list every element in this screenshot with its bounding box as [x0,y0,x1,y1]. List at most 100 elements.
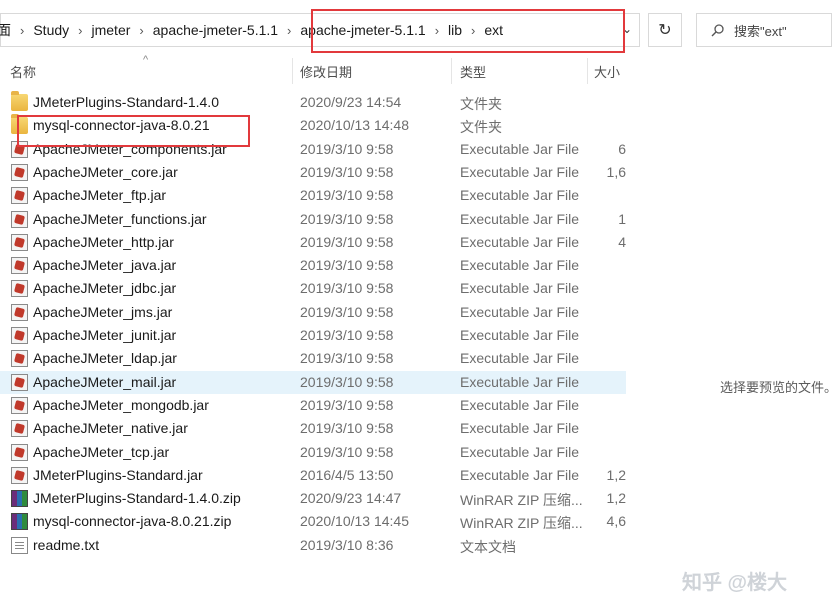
file-row[interactable]: mysql-connector-java-8.0.21.zip 2020/10/1… [0,510,626,533]
chevron-right-icon[interactable]: › [137,23,145,38]
search-placeholder: 搜索"ext" [734,23,787,39]
file-date: 2016/4/5 13:50 [300,466,394,483]
file-row[interactable]: ApacheJMeter_native.jar 2019/3/10 9:58 Exe… [0,417,626,440]
file-row[interactable]: ApacheJMeter_java.jar 2019/3/10 9:58 Execu… [0,254,626,277]
file-row[interactable]: ApacheJMeter_ftp.jar 2019/3/10 9:58 Execut… [0,184,626,207]
column-date-header[interactable]: 修改日期 [300,62,352,81]
refresh-button[interactable]: ↻ [648,13,682,47]
file-type: Executable Jar File [460,140,580,157]
jar-file-icon [11,466,28,484]
file-name: ApacheJMeter_junit.jar [33,327,177,343]
address-highlight-box [311,9,625,53]
jar-file-icon [11,396,28,414]
file-name: readme.txt [33,536,100,553]
file-name: ApacheJMeter_mail.jar [33,373,177,390]
file-date: 2019/3/10 9:58 [300,140,394,157]
chevron-right-icon[interactable]: › [18,23,26,38]
file-size: 1,2 [606,466,626,483]
file-name: mysql-connector-java-8.0.21.zip [33,513,232,530]
file-size: 4 [618,233,626,250]
jar-file-icon [11,373,28,391]
file-name: ApacheJMeter_jms.jar [33,303,173,320]
jar-file-icon [11,210,28,228]
jar-file-icon [11,187,28,205]
search-icon [711,23,724,36]
file-size: 4,6 [606,513,626,530]
file-row[interactable]: ApacheJMeter_tcp.jar 2019/3/10 9:58 Execut… [0,441,626,464]
file-date: 2019/3/10 9:58 [300,210,394,227]
file-date: 2020/10/13 14:48 [300,117,409,134]
file-row[interactable]: ApacheJMeter_ldap.jar 2019/3/10 9:58 Execu… [0,347,626,370]
file-date: 2019/3/10 8:36 [300,536,394,553]
file-name: ApacheJMeter_jdbc.jar [33,280,177,297]
file-type: 文本文档 [460,538,516,555]
file-date: 2019/3/10 9:58 [300,327,394,343]
file-type: Executable Jar File [460,280,580,297]
file-row[interactable]: readme.txt 2019/3/10 8:36 文本文档 [0,534,626,557]
file-size: 1,6 [606,163,626,180]
file-name: ApacheJMeter_mongodb.jar [33,396,209,413]
file-type: Executable Jar File [460,187,580,204]
chevron-right-icon[interactable]: › [285,23,293,38]
breadcrumb-item[interactable]: Study [26,22,76,38]
search-input[interactable]: 搜索"ext" [696,13,832,47]
row-highlight-box [17,115,250,147]
file-name: ApacheJMeter_ldap.jar [33,350,177,367]
file-date: 2019/3/10 9:58 [300,373,394,390]
breadcrumb-item[interactable]: apache-jmeter-5.1.1 [146,22,285,38]
file-name: ApacheJMeter_java.jar [33,257,177,274]
file-type: Executable Jar File [460,257,580,274]
column-divider[interactable] [451,58,452,84]
file-type: WinRAR ZIP 压缩... [460,515,583,532]
jar-file-icon [11,280,28,298]
jar-file-icon [11,257,28,275]
chevron-right-icon[interactable]: › [76,23,84,38]
file-type: Executable Jar File [460,163,580,180]
jar-file-icon [11,303,28,321]
file-date: 2020/9/23 14:54 [300,94,402,110]
file-name: JMeterPlugins-Standard-1.4.0 [33,94,219,110]
file-row[interactable]: JMeterPlugins-Standard-1.4.0.zip 2020/9/2… [0,487,626,510]
file-row[interactable]: ApacheJMeter_junit.jar 2019/3/10 9:58 Exec… [0,324,626,347]
watermark: 知乎 @楼大 [682,572,788,594]
file-size: 1 [618,210,626,227]
breadcrumb-item[interactable]: jmeter [85,22,138,38]
file-row[interactable]: ApacheJMeter_core.jar 2019/3/10 9:58 Execu… [0,161,626,184]
jar-file-icon [11,443,28,461]
file-date: 2020/9/23 14:47 [300,490,402,507]
file-row[interactable]: ApacheJMeter_http.jar 2019/3/10 9:58 Execu… [0,231,626,254]
file-size: 6 [618,140,626,157]
file-row[interactable]: ApacheJMeter_jms.jar 2019/3/10 9:58 Execut… [0,301,626,324]
column-divider[interactable] [292,58,293,84]
file-type: Executable Jar File [460,303,580,320]
file-date: 2019/3/10 9:58 [300,303,394,320]
file-type: Executable Jar File [460,327,580,343]
column-type-header[interactable]: 类型 [460,62,486,81]
sort-up-icon: ^ [143,54,149,66]
file-size: 1,2 [606,490,626,507]
file-name: ApacheJMeter_native.jar [33,420,188,437]
file-date: 2019/3/10 9:58 [300,396,394,413]
breadcrumb-item[interactable]: 面 [0,20,18,40]
file-row[interactable]: ApacheJMeter_mail.jar 2019/3/10 9:58 Execu… [0,370,626,394]
file-row[interactable]: ApacheJMeter_jdbc.jar 2019/3/10 9:58 Execu… [0,277,626,300]
column-divider[interactable] [587,58,588,84]
file-date: 2019/3/10 9:58 [300,443,394,460]
file-date: 2019/3/10 9:58 [300,280,394,297]
file-row[interactable]: ApacheJMeter_mongodb.jar 2019/3/10 9:58 Ex… [0,394,626,417]
file-row[interactable]: ApacheJMeter_functions.jar 2019/3/10 9:58… [0,208,626,231]
refresh-icon: ↻ [658,22,672,39]
jar-file-icon [11,420,28,438]
file-type: 文件夹 [460,119,502,136]
file-type: Executable Jar File [460,420,580,437]
file-type: WinRAR ZIP 压缩... [460,492,583,509]
file-type: Executable Jar File [460,443,580,460]
column-name-header[interactable]: 名称 [10,62,36,81]
column-size-header[interactable]: 大小 [594,62,620,81]
file-date: 2019/3/10 9:58 [300,257,394,274]
file-name: ApacheJMeter_http.jar [33,233,174,250]
file-row[interactable]: JMeterPlugins-Standard-1.4.0 2020/9/23 14… [0,91,626,114]
file-date: 2019/3/10 9:58 [300,350,394,367]
file-type: Executable Jar File [460,373,580,390]
file-row[interactable]: JMeterPlugins-Standard.jar 2016/4/5 13:50… [0,464,626,487]
